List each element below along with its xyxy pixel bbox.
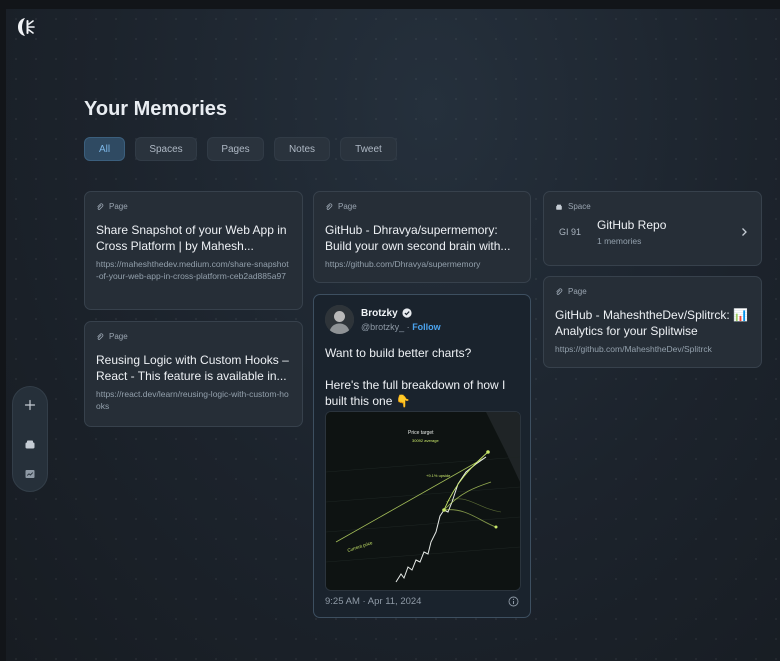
add-memory-button[interactable] — [13, 394, 47, 416]
tweet-card[interactable]: Brotzky @brotzky_ · Follow Want to build… — [313, 294, 531, 618]
card-tag-label: Page — [109, 202, 128, 211]
card-title: GitHub - Dhravya/supermemory: Build your… — [325, 223, 511, 253]
supermemory-logo-icon[interactable] — [17, 17, 35, 37]
chart-label-target: Price target — [408, 430, 434, 436]
space-code: GI 91 — [559, 227, 582, 237]
card-url[interactable]: https://react.dev/learn/reusing-logic-wi… — [96, 388, 291, 412]
card-url[interactable]: https://maheshthedev.medium.com/share-sn… — [96, 258, 291, 282]
card-url[interactable]: https://github.com/MaheshtheDev/Splitrck — [555, 343, 750, 355]
memory-card-page[interactable]: Page GitHub - MaheshtheDev/Splitrck: 📊 A… — [543, 276, 762, 368]
filter-spaces[interactable]: Spaces — [135, 137, 197, 161]
filter-tweet[interactable]: Tweet — [340, 137, 397, 161]
chart-label-range: 30092 average — [412, 438, 439, 443]
page-title: Your Memories — [84, 98, 227, 120]
space-name: GitHub Repo — [597, 218, 667, 232]
card-tag-label: Page — [109, 332, 128, 341]
card-title: Share Snapshot of your Web App in Cross … — [96, 223, 287, 253]
tweet-footer: 9:25 AM · Apr 11, 2024 — [325, 596, 519, 607]
sidebar-item-spaces[interactable] — [13, 433, 47, 455]
notes-icon — [25, 470, 35, 478]
paperclip-icon — [326, 202, 333, 210]
card-tag-label: Page — [568, 287, 587, 296]
filter-notes[interactable]: Notes — [274, 137, 330, 161]
paperclip-icon — [97, 202, 104, 210]
card-tag: Page — [96, 332, 291, 341]
filter-pages[interactable]: Pages — [207, 137, 264, 161]
card-tag: Page — [555, 287, 750, 296]
sidebar-item-notes[interactable] — [13, 463, 47, 485]
tweet-text-line: Here's the full breakdown of how I built… — [325, 378, 506, 408]
tweet-text-line: Want to build better charts? — [325, 346, 472, 360]
card-tag-label: Space — [568, 202, 591, 211]
memory-card-page[interactable]: Page GitHub - Dhravya/supermemory: Build… — [313, 191, 531, 283]
tweet-handle: @brotzky_ — [361, 321, 405, 332]
space-row: GI 91 GitHub Repo 1 memories — [555, 218, 750, 246]
card-title: Reusing Logic with Custom Hooks – React … — [96, 353, 289, 383]
tweet-separator: · — [406, 321, 410, 332]
paperclip-icon — [97, 332, 104, 340]
tweet-author-name[interactable]: Brotzky — [361, 308, 398, 319]
memory-card-page[interactable]: Page Share Snapshot of your Web App in C… — [84, 191, 303, 310]
tweet-media-image[interactable]: Price target 30092 average +9.1% upside … — [325, 411, 521, 591]
box-icon — [556, 204, 562, 210]
memory-card-page[interactable]: Page Reusing Logic with Custom Hooks – R… — [84, 321, 303, 427]
window-top-bar — [0, 0, 780, 9]
filter-all[interactable]: All — [84, 137, 125, 161]
filter-tabs: All Spaces Pages Notes Tweet — [84, 137, 397, 161]
avatar[interactable] — [325, 305, 354, 334]
follow-button[interactable]: Follow — [412, 322, 441, 332]
info-icon[interactable] — [508, 596, 519, 607]
tweet-header: Brotzky @brotzky_ · Follow — [325, 305, 519, 334]
card-title: GitHub - MaheshtheDev/Splitrck: 📊 Analyt… — [555, 308, 749, 338]
plus-icon — [24, 399, 36, 411]
card-tag: Page — [96, 202, 291, 211]
verified-badge-icon — [402, 308, 412, 318]
tweet-timestamp[interactable]: 9:25 AM · Apr 11, 2024 — [325, 596, 421, 607]
space-count: 1 memories — [597, 236, 642, 246]
card-url[interactable]: https://github.com/Dhravya/supermemory — [325, 258, 519, 270]
paperclip-icon — [556, 287, 563, 295]
card-tag: Page — [325, 202, 519, 211]
box-icon — [25, 440, 35, 449]
chevron-right-icon[interactable] — [738, 226, 750, 238]
card-tag: Space — [555, 202, 750, 211]
tweet-text: Want to build better charts? Here's the … — [325, 345, 519, 409]
sidebar-toolbar — [12, 386, 48, 492]
memory-card-space[interactable]: Space GI 91 GitHub Repo 1 memories — [543, 191, 762, 266]
chart-label-pct: +9.1% upside — [426, 473, 451, 478]
card-tag-label: Page — [338, 202, 357, 211]
